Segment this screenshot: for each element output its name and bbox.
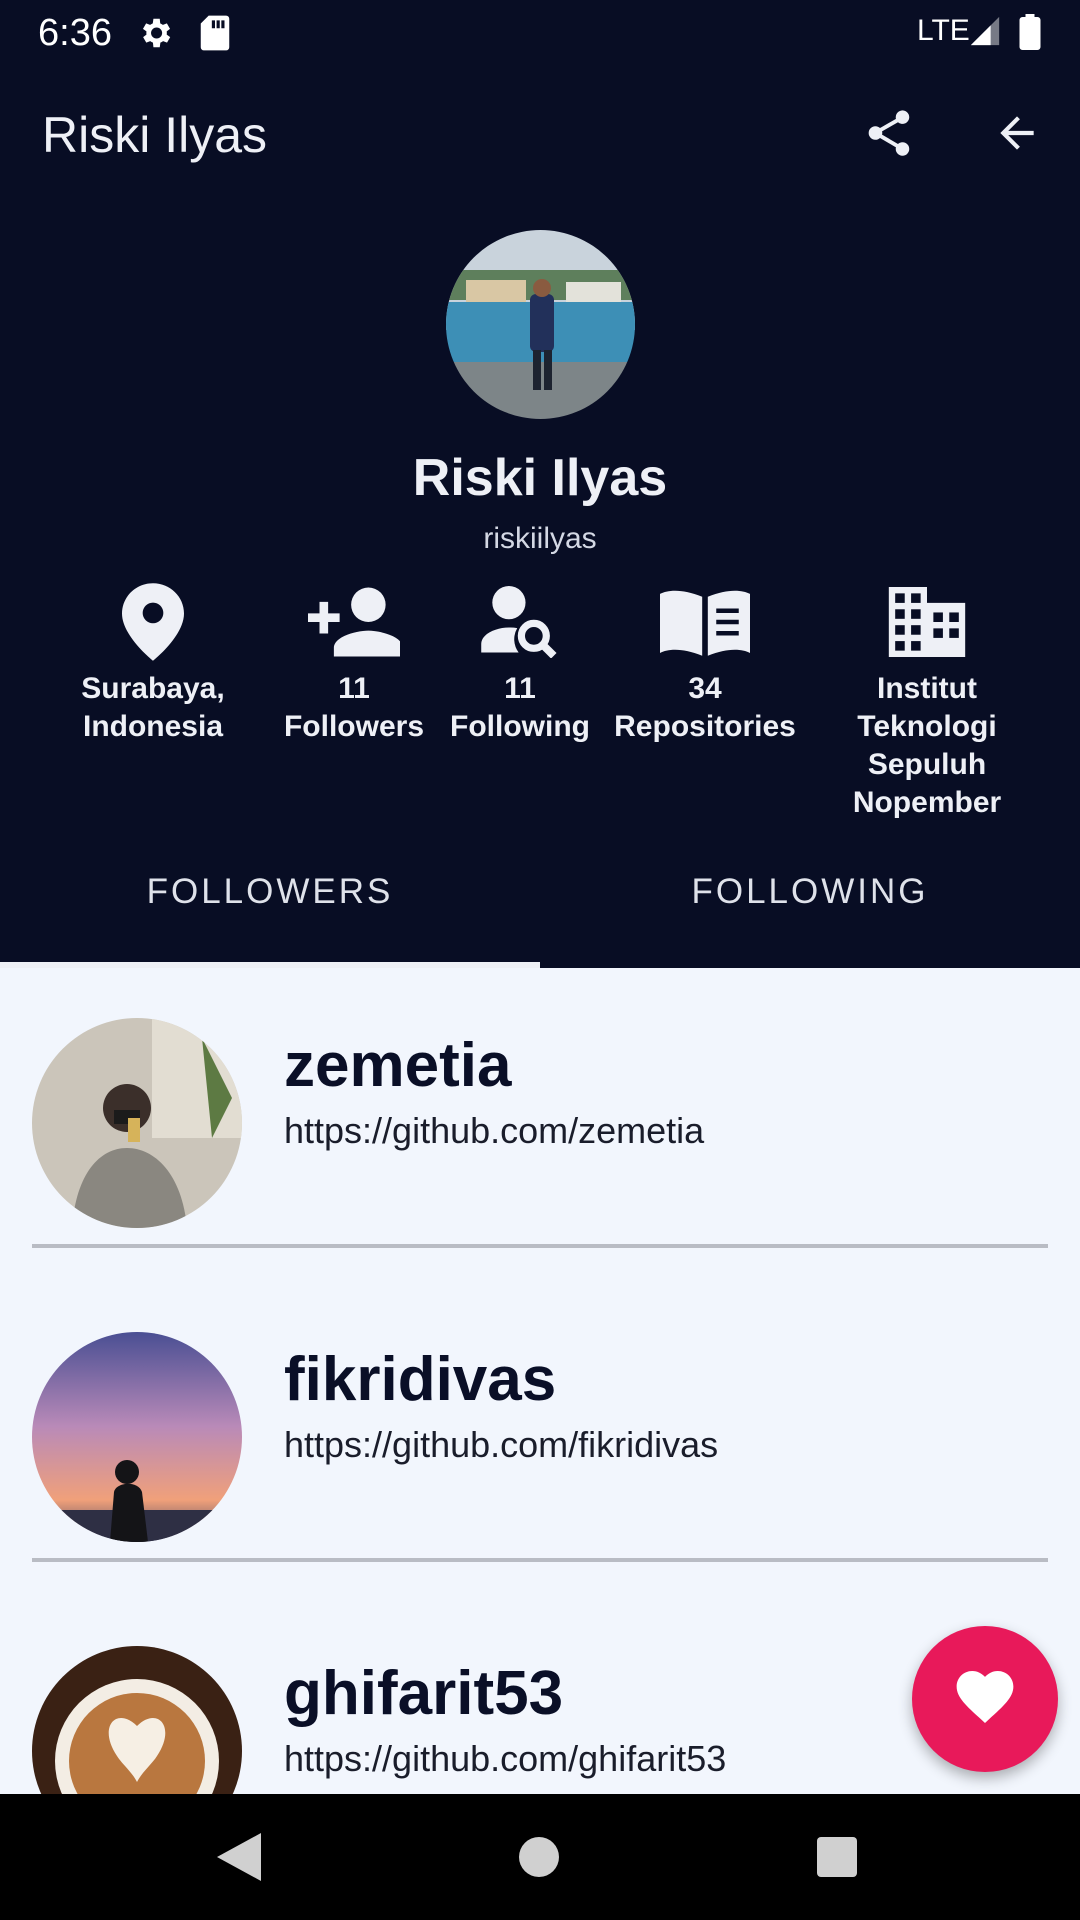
tab-followers[interactable]: FOLLOWERS [0, 872, 540, 912]
divider [32, 1558, 1048, 1562]
profile-name: Riski Ilyas [412, 449, 668, 507]
settings-icon [136, 14, 174, 57]
user-avatar [32, 1332, 242, 1542]
stat-location: Surabaya, Indonesia [58, 578, 248, 746]
user-name: ghifarit53 [284, 1659, 564, 1728]
app-bar-title: Riski Ilyas [42, 107, 268, 163]
sd-card-icon [198, 14, 232, 57]
system-nav-bar [0, 1794, 1080, 1920]
back-button[interactable] [982, 100, 1052, 170]
share-icon [862, 105, 916, 166]
user-name: fikridivas [284, 1345, 557, 1414]
back-arrow-icon [992, 108, 1042, 163]
person-add-icon [274, 578, 434, 666]
profile-header: 6:36 LTE Riski Ilyas Riski Ilyas riskiil… [0, 0, 1080, 968]
heart-icon [956, 1670, 1014, 1728]
back-triangle-icon [217, 1832, 261, 1886]
stat-repositories[interactable]: 34 Repositories [610, 578, 800, 746]
user-url[interactable]: https://github.com/zemetia [284, 1110, 704, 1152]
nav-recents-button[interactable] [802, 1824, 872, 1894]
tab-indicator [0, 962, 540, 968]
nav-back-button[interactable] [204, 1824, 274, 1894]
nav-home-button[interactable] [504, 1824, 574, 1894]
profile-username: riskiilyas [483, 522, 597, 555]
stat-following[interactable]: 11 Following [440, 578, 600, 746]
list-item[interactable]: fikridivas https://github.com/fikridivas [0, 1314, 1080, 1614]
profile-avatar [446, 230, 635, 419]
divider [32, 1244, 1048, 1248]
battery-icon [1018, 14, 1042, 55]
location-pin-icon [58, 578, 248, 666]
recents-square-icon [817, 1836, 857, 1882]
tab-following[interactable]: FOLLOWING [540, 872, 1080, 912]
user-url[interactable]: https://github.com/fikridivas [284, 1424, 718, 1466]
stat-company: Institut Teknologi Sepuluh Nopember [832, 578, 1022, 822]
status-bar: 6:36 LTE [0, 0, 1080, 64]
favorite-fab-button[interactable] [912, 1626, 1058, 1772]
user-avatar [32, 1018, 242, 1228]
share-button[interactable] [854, 100, 924, 170]
home-circle-icon [519, 1836, 559, 1882]
book-icon [610, 578, 800, 666]
stat-followers[interactable]: 11 Followers [274, 578, 434, 746]
signal-icon [968, 14, 1002, 53]
user-name: zemetia [284, 1031, 512, 1100]
status-time: 6:36 [38, 12, 112, 54]
network-type: LTE [917, 14, 970, 47]
list-item[interactable]: zemetia https://github.com/zemetia [0, 1000, 1080, 1300]
user-url[interactable]: https://github.com/ghifarit53 [284, 1738, 726, 1780]
building-icon [832, 578, 1022, 666]
person-search-icon [440, 578, 600, 666]
